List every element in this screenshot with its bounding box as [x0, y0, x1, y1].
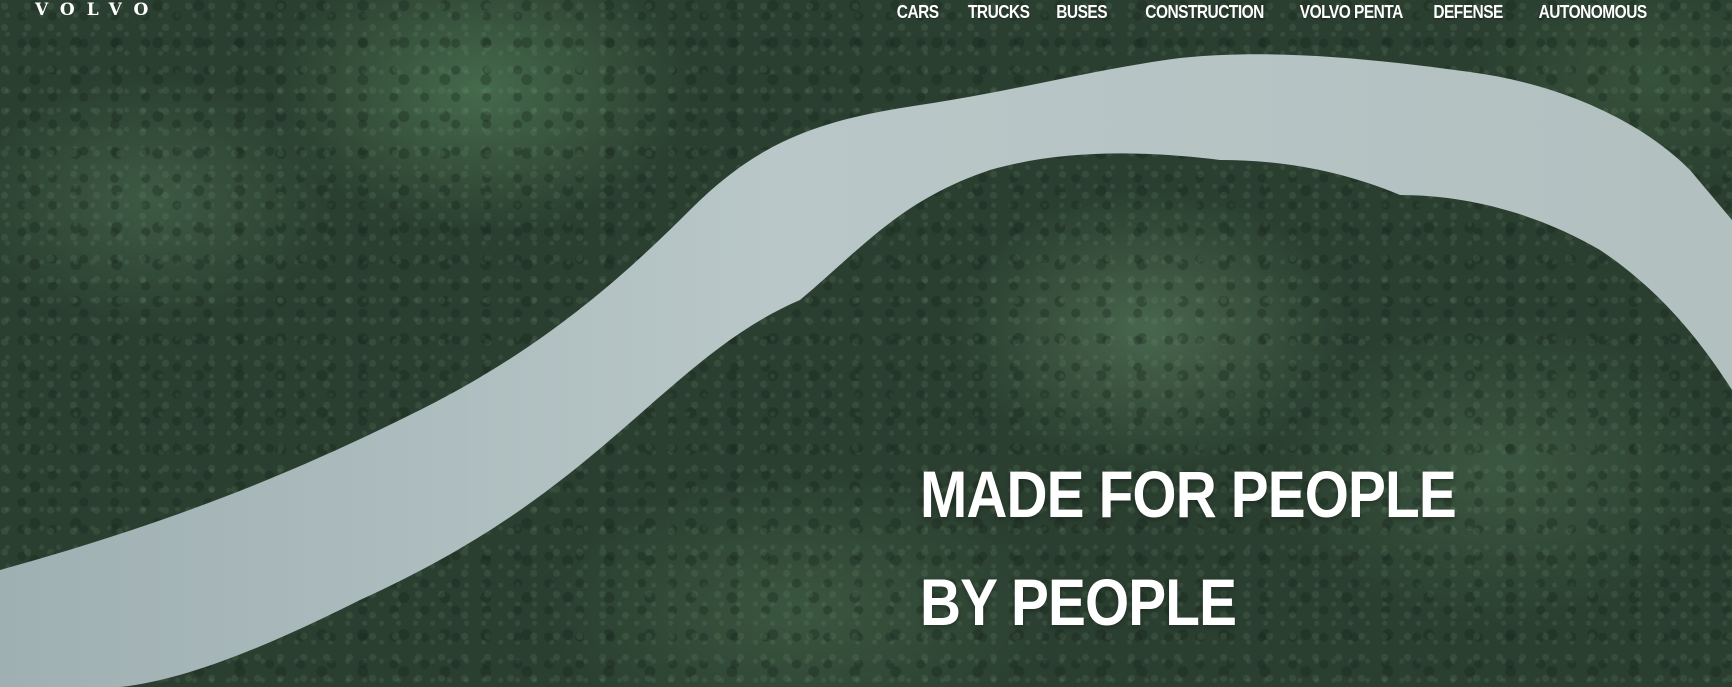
- nav-item-buses: BUSES: [1048, 0, 1107, 24]
- nav-link-trucks[interactable]: TRUCKS: [968, 0, 1030, 24]
- nav-link-autonomous[interactable]: AUTONOMOUS: [1539, 0, 1648, 24]
- nav-item-cars: CARS: [890, 0, 939, 24]
- nav-link-buses[interactable]: BUSES: [1056, 0, 1107, 24]
- nav-link-construction[interactable]: CONSTRUCTION: [1145, 0, 1264, 24]
- nav-item-trucks: TRUCKS: [958, 0, 1030, 24]
- headline-line-1: MADE FOR PEOPLE: [920, 457, 1457, 531]
- nav-link-volvo-penta[interactable]: VOLVO PENTA: [1300, 0, 1403, 24]
- nav-link-defense[interactable]: DEFENSE: [1433, 0, 1503, 24]
- top-navigation: VOLVO CARS TRUCKS BUSES CONSTRUCTION VOL…: [0, 0, 1732, 26]
- volvo-logo[interactable]: VOLVO: [35, 0, 160, 20]
- headline-line-2: BY PEOPLE: [920, 565, 1237, 639]
- hero-section: VOLVO CARS TRUCKS BUSES CONSTRUCTION VOL…: [0, 0, 1732, 687]
- nav-item-construction: CONSTRUCTION: [1126, 0, 1264, 24]
- nav-menu: CARS TRUCKS BUSES CONSTRUCTION VOLVO PEN…: [890, 0, 1648, 24]
- nav-item-volvo-penta: VOLVO PENTA: [1283, 0, 1403, 24]
- nav-item-autonomous: AUTONOMOUS: [1521, 0, 1648, 24]
- hero-headline: MADE FOR PEOPLE BY PEOPLE: [920, 440, 1457, 656]
- nav-item-defense: DEFENSE: [1422, 0, 1503, 24]
- river-image: [0, 54, 1732, 687]
- nav-link-cars[interactable]: CARS: [897, 0, 939, 24]
